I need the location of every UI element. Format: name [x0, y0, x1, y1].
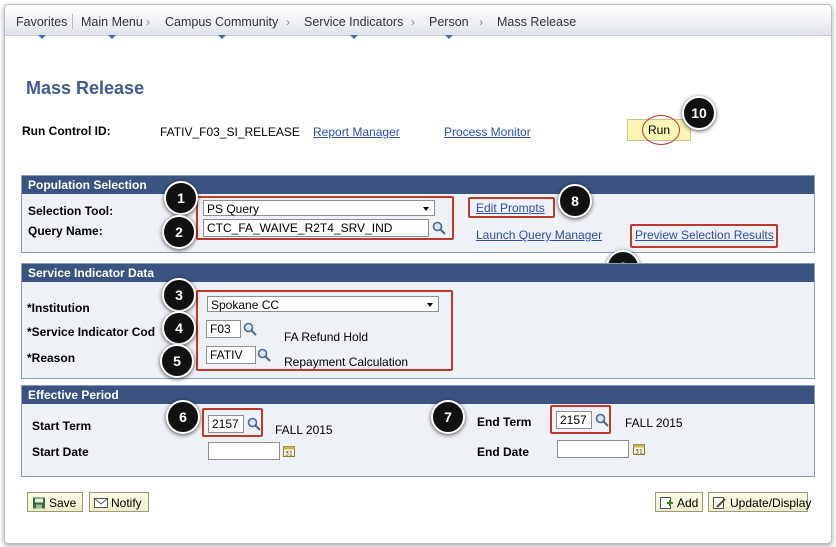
callout-1: 1 — [164, 181, 198, 215]
nav-separator — [72, 14, 73, 29]
callout-8: 8 — [558, 184, 592, 218]
breadcrumb-campus-community[interactable]: Campus Community — [165, 15, 278, 39]
svg-text:31: 31 — [635, 449, 643, 456]
end-date-label: End Date — [477, 445, 530, 459]
end-term-description: FALL 2015 — [625, 416, 683, 430]
highlight-box-start-term — [202, 408, 263, 437]
svg-text:31: 31 — [285, 451, 293, 458]
report-manager-link[interactable]: Report Manager — [313, 125, 400, 139]
add-icon — [660, 497, 673, 509]
save-button[interactable]: Save — [27, 492, 83, 512]
add-button-label: Add — [677, 496, 699, 510]
callout-4: 4 — [162, 311, 196, 345]
run-control-value: FATIV_F03_SI_RELEASE — [160, 125, 300, 139]
callout-2: 2 — [162, 215, 196, 249]
query-name-label: Query Name: — [28, 224, 103, 238]
top-nav: Favorites Main Menu › Campus Community ›… — [5, 5, 831, 39]
update-display-button-label: Update/Display — [730, 496, 812, 510]
nav-favorites[interactable]: Favorites — [16, 15, 67, 39]
notify-button-label: Notify — [111, 496, 142, 510]
breadcrumb-arrow-icon: › — [286, 15, 290, 29]
selection-tool-label: Selection Tool: — [28, 204, 114, 218]
run-highlight-circle — [642, 115, 680, 145]
effective-period-section: Effective Period — [21, 385, 815, 477]
reason-label: *Reason — [27, 351, 76, 365]
callout-3: 3 — [162, 278, 196, 312]
service-indicator-header: Service Indicator Data — [22, 264, 814, 282]
notify-icon — [94, 498, 108, 508]
add-button[interactable]: Add — [655, 492, 703, 512]
callout-10: 10 — [682, 96, 716, 130]
breadcrumb-service-indicators[interactable]: Service Indicators — [304, 15, 403, 39]
start-term-label: Start Term — [32, 419, 92, 433]
start-date-label: Start Date — [32, 445, 89, 459]
breadcrumb-person[interactable]: Person — [429, 15, 469, 39]
highlight-box-end-term — [550, 405, 611, 434]
end-date-input[interactable] — [557, 440, 629, 458]
effective-period-header: Effective Period — [22, 386, 814, 404]
start-date-calendar-icon[interactable]: 31 — [283, 445, 295, 457]
service-indicator-code-label: *Service Indicator Cod — [27, 325, 156, 339]
start-date-input[interactable] — [208, 442, 280, 460]
end-date-calendar-icon[interactable]: 31 — [633, 443, 645, 455]
institution-label: *Institution — [27, 301, 90, 315]
save-button-label: Save — [49, 496, 77, 510]
highlight-box-query — [196, 196, 454, 240]
callout-7: 7 — [431, 400, 465, 434]
notify-button[interactable]: Notify — [89, 492, 149, 512]
launch-query-manager-link[interactable]: Launch Query Manager — [476, 228, 602, 242]
update-display-button[interactable]: Update/Display — [708, 492, 812, 512]
start-term-description: FALL 2015 — [275, 423, 333, 437]
breadcrumb-arrow-icon: › — [479, 15, 483, 29]
breadcrumb-mass-release: Mass Release — [497, 15, 577, 29]
highlight-box-edit-prompts — [468, 197, 555, 218]
highlight-box-service-indicator — [196, 290, 453, 371]
page-frame: Favorites Main Menu › Campus Community ›… — [4, 4, 832, 544]
nav-main-menu[interactable]: Main Menu — [81, 15, 143, 39]
run-control-label: Run Control ID: — [22, 124, 111, 138]
callout-5: 5 — [160, 344, 194, 378]
save-icon — [33, 497, 45, 509]
breadcrumb-arrow-icon: › — [411, 15, 415, 29]
breadcrumb-arrow-icon: › — [146, 15, 150, 29]
highlight-box-preview — [630, 224, 778, 248]
update-display-icon — [713, 497, 726, 509]
callout-6: 6 — [166, 400, 200, 434]
end-term-label: End Term — [477, 415, 532, 429]
page-title: Mass Release — [26, 78, 145, 98]
population-selection-header: Population Selection — [22, 176, 814, 194]
process-monitor-link[interactable]: Process Monitor — [444, 125, 531, 139]
